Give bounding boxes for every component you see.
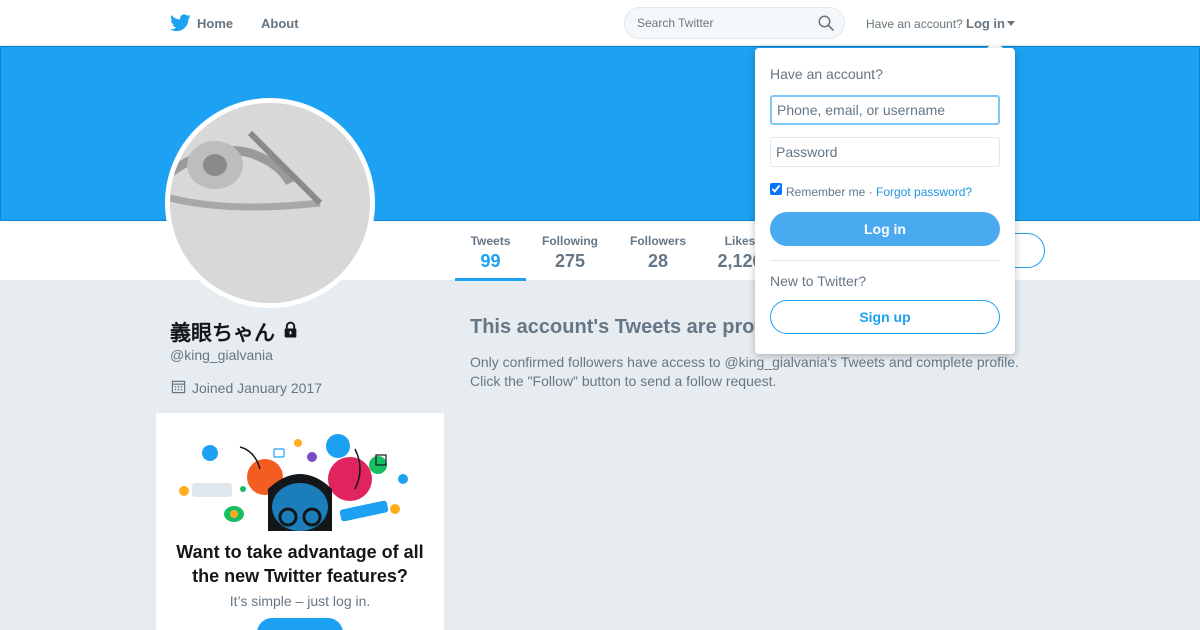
dropdown-divider — [770, 260, 1000, 261]
have-account-text: Have an account? — [866, 17, 963, 31]
screen-name[interactable]: @king_gialvania — [170, 347, 273, 363]
promo-subtitle: It’s simple – just log in. — [229, 593, 371, 609]
search-input[interactable] — [637, 16, 807, 30]
eye-drawing — [170, 103, 370, 303]
stat-value: 28 — [647, 251, 669, 271]
promo-login-button[interactable] — [257, 618, 343, 630]
remember-me-checkbox[interactable] — [770, 183, 782, 195]
promo-illustration — [179, 434, 408, 531]
password-field[interactable] — [770, 137, 1000, 167]
login-dropdown-toggle[interactable]: Log in — [966, 16, 1005, 31]
login-button[interactable]: Log in — [770, 212, 1000, 246]
promo-title: Want to take advantage of all the new Tw… — [176, 542, 424, 586]
stat-label: Following — [542, 234, 598, 248]
joined-date: Joined January 2017 — [192, 380, 322, 396]
calendar-icon — [171, 380, 186, 394]
caret-down-icon[interactable] — [1007, 21, 1015, 26]
username-field[interactable] — [770, 95, 1000, 125]
stat-followers[interactable]: Followers 28 — [620, 221, 696, 281]
forgot-password-link[interactable]: Forgot password? — [876, 185, 972, 199]
nav-home-link[interactable]: Home — [197, 16, 233, 31]
avatar-image — [170, 103, 370, 303]
search-icon[interactable] — [818, 15, 834, 31]
stat-tweets[interactable]: Tweets 99 — [455, 221, 526, 281]
stat-label: Tweets — [470, 234, 511, 248]
lock-icon — [284, 321, 297, 338]
remember-me-label: Remember me · — [786, 185, 873, 199]
avatar[interactable] — [165, 98, 375, 308]
nav-about-link[interactable]: About — [261, 16, 299, 31]
dropdown-heading: Have an account? — [770, 66, 883, 82]
signup-button[interactable]: Sign up — [770, 300, 1000, 334]
search-box — [624, 7, 845, 39]
twitter-bird-icon[interactable] — [170, 14, 191, 32]
stat-label: Followers — [629, 234, 686, 248]
stat-value: 99 — [480, 251, 501, 271]
stat-value: 275 — [554, 251, 586, 271]
protected-body: Only confirmed followers have access to … — [470, 354, 1019, 389]
stat-following[interactable]: Following 275 — [532, 221, 608, 281]
display-name[interactable]: 義眼ちゃん — [170, 317, 275, 347]
login-dropdown: Have an account? Remember me · Forgot pa… — [755, 48, 1015, 354]
login-promo-card: Want to take advantage of all the new Tw… — [156, 413, 444, 630]
new-to-twitter-text: New to Twitter? — [770, 273, 867, 289]
top-navigation-bar: Home About Have an account? Log in — [0, 0, 1200, 46]
